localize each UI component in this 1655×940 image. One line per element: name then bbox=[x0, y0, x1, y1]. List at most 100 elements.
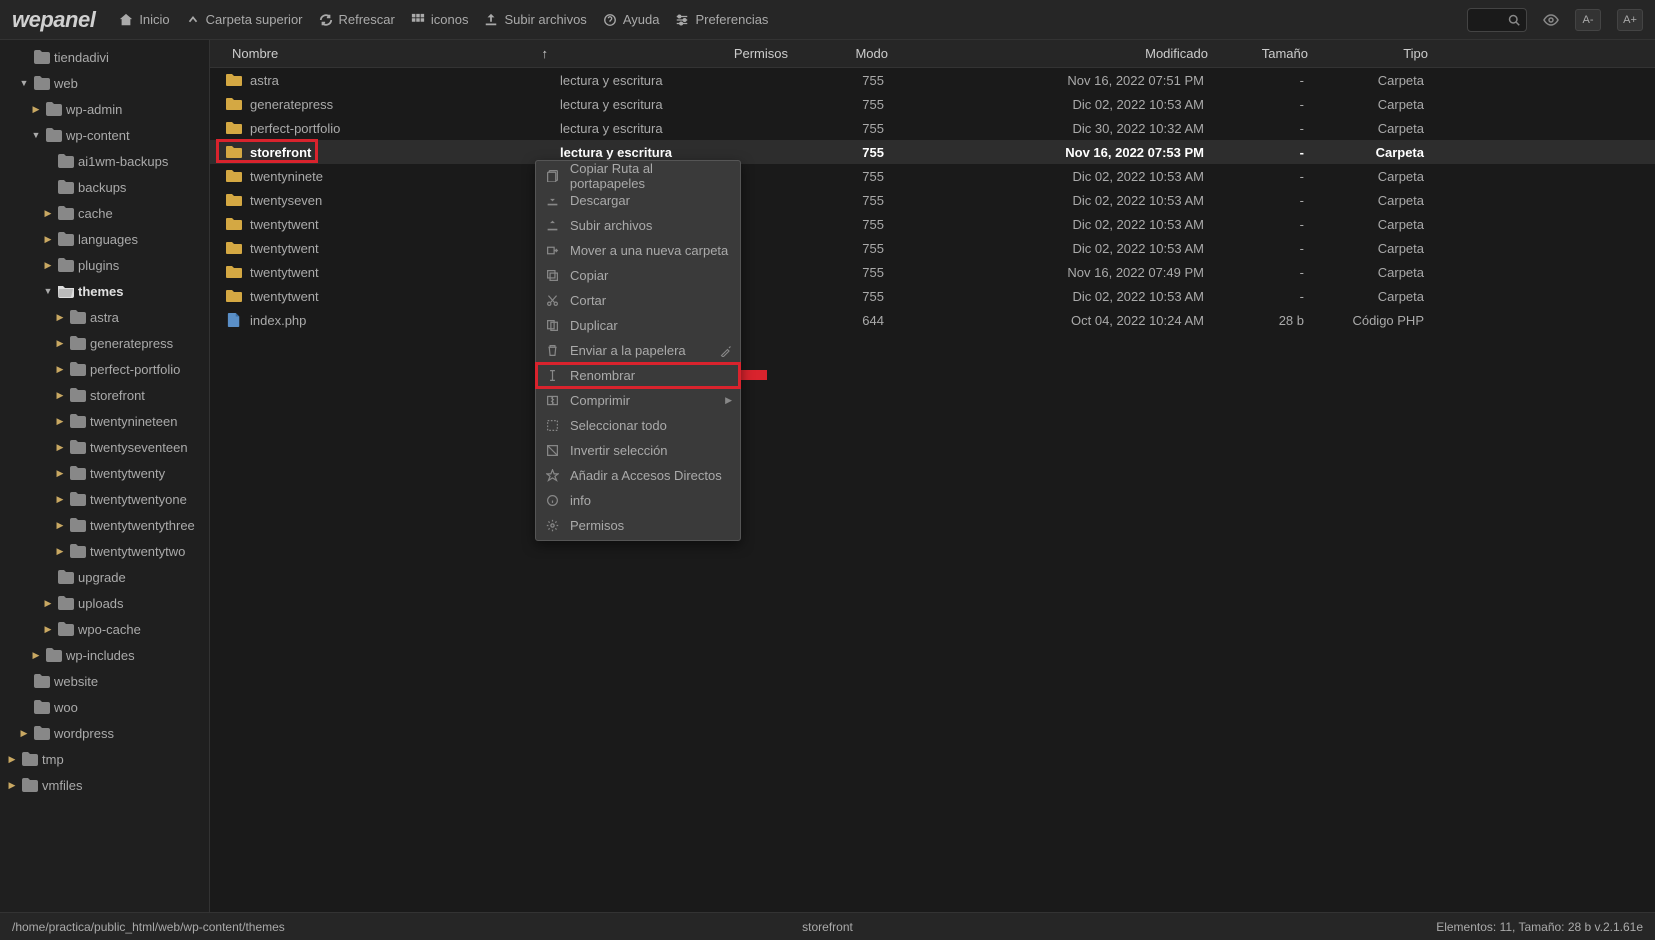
tree-item-perfect-portfolio[interactable]: ▶perfect-portfolio bbox=[0, 356, 209, 382]
tree-item-wordpress[interactable]: ▶wordpress bbox=[0, 720, 209, 746]
file-row[interactable]: twentytwentlectura y escritura755Dic 02,… bbox=[210, 284, 1655, 308]
tree-item-twentyseventeen[interactable]: ▶twentyseventeen bbox=[0, 434, 209, 460]
column-mode[interactable]: Modo bbox=[855, 46, 888, 61]
file-row[interactable]: twentyninetelectura y escritura755Dic 02… bbox=[210, 164, 1655, 188]
tree-item-cache[interactable]: ▶cache bbox=[0, 200, 209, 226]
column-modified[interactable]: Modificado bbox=[1145, 46, 1208, 61]
tree-item-backups[interactable]: backups bbox=[0, 174, 209, 200]
ctx-cut[interactable]: Cortar bbox=[536, 288, 740, 313]
preferences-button[interactable]: Preferencias bbox=[675, 12, 768, 27]
column-type[interactable]: Tipo bbox=[1403, 46, 1428, 61]
upload-button[interactable]: Subir archivos bbox=[484, 12, 586, 27]
font-decrease-button[interactable]: A- bbox=[1575, 9, 1601, 31]
help-icon bbox=[603, 13, 617, 27]
column-size[interactable]: Tamaño bbox=[1262, 46, 1308, 61]
tree-item-twentytwenty[interactable]: ▶twentytwenty bbox=[0, 460, 209, 486]
tree-item-wp-content[interactable]: ▼wp-content bbox=[0, 122, 209, 148]
ctx-clipboard[interactable]: Copiar Ruta al portapapeles bbox=[536, 163, 740, 188]
file-row[interactable]: index.phplectura y escritura644Oct 04, 2… bbox=[210, 308, 1655, 332]
tree-label: generatepress bbox=[90, 336, 173, 351]
tree-item-astra[interactable]: ▶astra bbox=[0, 304, 209, 330]
file-modified: Oct 04, 2022 10:24 AM bbox=[900, 313, 1220, 328]
parent-folder-label: Carpeta superior bbox=[206, 12, 303, 27]
help-button[interactable]: Ayuda bbox=[603, 12, 660, 27]
file-row[interactable]: twentysevenlectura y escritura755Dic 02,… bbox=[210, 188, 1655, 212]
file-row[interactable]: twentytwentlectura y escritura755Dic 02,… bbox=[210, 212, 1655, 236]
tree-item-woo[interactable]: woo bbox=[0, 694, 209, 720]
ctx-label: info bbox=[570, 493, 591, 508]
caret-right-icon: ▶ bbox=[30, 650, 42, 661]
tree-item-themes[interactable]: ▼themes bbox=[0, 278, 209, 304]
caret-right-icon: ▶ bbox=[42, 208, 54, 219]
ctx-label: Copiar bbox=[570, 268, 608, 283]
tree-item-ai1wm-backups[interactable]: ai1wm-backups bbox=[0, 148, 209, 174]
compress-icon bbox=[546, 394, 560, 407]
tree-item-generatepress[interactable]: ▶generatepress bbox=[0, 330, 209, 356]
ctx-invert[interactable]: Invertir selección bbox=[536, 438, 740, 463]
font-increase-button[interactable]: A+ bbox=[1617, 9, 1643, 31]
tree-item-tiendadivi[interactable]: tiendadivi bbox=[0, 44, 209, 70]
tree-item-twentytwentythree[interactable]: ▶twentytwentythree bbox=[0, 512, 209, 538]
tree-label: plugins bbox=[78, 258, 119, 273]
file-type: Carpeta bbox=[1320, 73, 1440, 88]
tree-item-tmp[interactable]: ▶tmp bbox=[0, 746, 209, 772]
caret-down-icon: ▼ bbox=[42, 286, 54, 296]
icons-button[interactable]: iconos bbox=[411, 12, 469, 27]
ctx-trash[interactable]: Enviar a la papelera bbox=[536, 338, 740, 363]
file-row[interactable]: generatepresslectura y escritura755Dic 0… bbox=[210, 92, 1655, 116]
tree-item-plugins[interactable]: ▶plugins bbox=[0, 252, 209, 278]
tree-label: tmp bbox=[42, 752, 64, 767]
tree-item-wp-admin[interactable]: ▶wp-admin bbox=[0, 96, 209, 122]
file-row[interactable]: twentytwentlectura y escritura755Dic 02,… bbox=[210, 236, 1655, 260]
tree-item-twentytwentyone[interactable]: ▶twentytwentyone bbox=[0, 486, 209, 512]
tree-item-wpo-cache[interactable]: ▶wpo-cache bbox=[0, 616, 209, 642]
tree-item-vmfiles[interactable]: ▶vmfiles bbox=[0, 772, 209, 798]
folder-tree-sidebar[interactable]: tiendadivi▼web▶wp-admin▼wp-content ai1wm… bbox=[0, 40, 210, 912]
ctx-info[interactable]: info bbox=[536, 488, 740, 513]
tree-label: twentytwentythree bbox=[90, 518, 195, 533]
tree-item-website[interactable]: website bbox=[0, 668, 209, 694]
parent-folder-button[interactable]: Carpeta superior bbox=[186, 12, 303, 27]
search-input[interactable] bbox=[1467, 8, 1527, 32]
file-name: astra bbox=[250, 73, 279, 88]
ctx-compress[interactable]: Comprimir▶ bbox=[536, 388, 740, 413]
tree-item-storefront[interactable]: ▶storefront bbox=[0, 382, 209, 408]
refresh-button[interactable]: Refrescar bbox=[319, 12, 395, 27]
tree-item-wp-includes[interactable]: ▶wp-includes bbox=[0, 642, 209, 668]
file-row[interactable]: perfect-portfoliolectura y escritura755D… bbox=[210, 116, 1655, 140]
ctx-upload[interactable]: Subir archivos bbox=[536, 213, 740, 238]
ctx-duplicate[interactable]: Duplicar bbox=[536, 313, 740, 338]
ctx-rename[interactable]: Renombrar bbox=[536, 363, 740, 388]
ctx-move[interactable]: Mover a una nueva carpeta bbox=[536, 238, 740, 263]
file-row[interactable]: astralectura y escritura755Nov 16, 2022 … bbox=[210, 68, 1655, 92]
file-size: - bbox=[1220, 169, 1320, 184]
ctx-copy[interactable]: Copiar bbox=[536, 263, 740, 288]
file-listing-area: Nombre ↑ Permisos Modo Modificado Tamaño… bbox=[210, 40, 1655, 912]
invert-icon bbox=[546, 444, 560, 457]
gear-icon bbox=[546, 519, 560, 532]
tree-label: twentytwentyone bbox=[90, 492, 187, 507]
ctx-gear[interactable]: Permisos bbox=[536, 513, 740, 538]
visibility-toggle[interactable] bbox=[1543, 12, 1559, 28]
ctx-select-all[interactable]: Seleccionar todo bbox=[536, 413, 740, 438]
column-name[interactable]: Nombre bbox=[232, 46, 278, 61]
file-row[interactable]: twentytwentlectura y escritura755Nov 16,… bbox=[210, 260, 1655, 284]
tree-item-twentynineteen[interactable]: ▶twentynineteen bbox=[0, 408, 209, 434]
file-row[interactable]: storefrontlectura y escritura755Nov 16, … bbox=[210, 140, 1655, 164]
caret-right-icon: ▶ bbox=[42, 234, 54, 245]
ctx-download[interactable]: Descargar bbox=[536, 188, 740, 213]
tree-item-languages[interactable]: ▶languages bbox=[0, 226, 209, 252]
tree-label: website bbox=[54, 674, 98, 689]
ctx-star[interactable]: Añadir a Accesos Directos bbox=[536, 463, 740, 488]
search-icon bbox=[1508, 14, 1520, 26]
tree-item-upgrade[interactable]: upgrade bbox=[0, 564, 209, 590]
tree-item-web[interactable]: ▼web bbox=[0, 70, 209, 96]
ctx-label: Copiar Ruta al portapapeles bbox=[570, 161, 730, 191]
file-name: twentyseven bbox=[250, 193, 322, 208]
sort-asc-icon[interactable]: ↑ bbox=[542, 46, 549, 61]
column-permissions[interactable]: Permisos bbox=[734, 46, 788, 61]
home-button[interactable]: Inicio bbox=[119, 12, 169, 27]
tree-item-uploads[interactable]: ▶uploads bbox=[0, 590, 209, 616]
file-modified: Dic 02, 2022 10:53 AM bbox=[900, 169, 1220, 184]
tree-item-twentytwentytwo[interactable]: ▶twentytwentytwo bbox=[0, 538, 209, 564]
